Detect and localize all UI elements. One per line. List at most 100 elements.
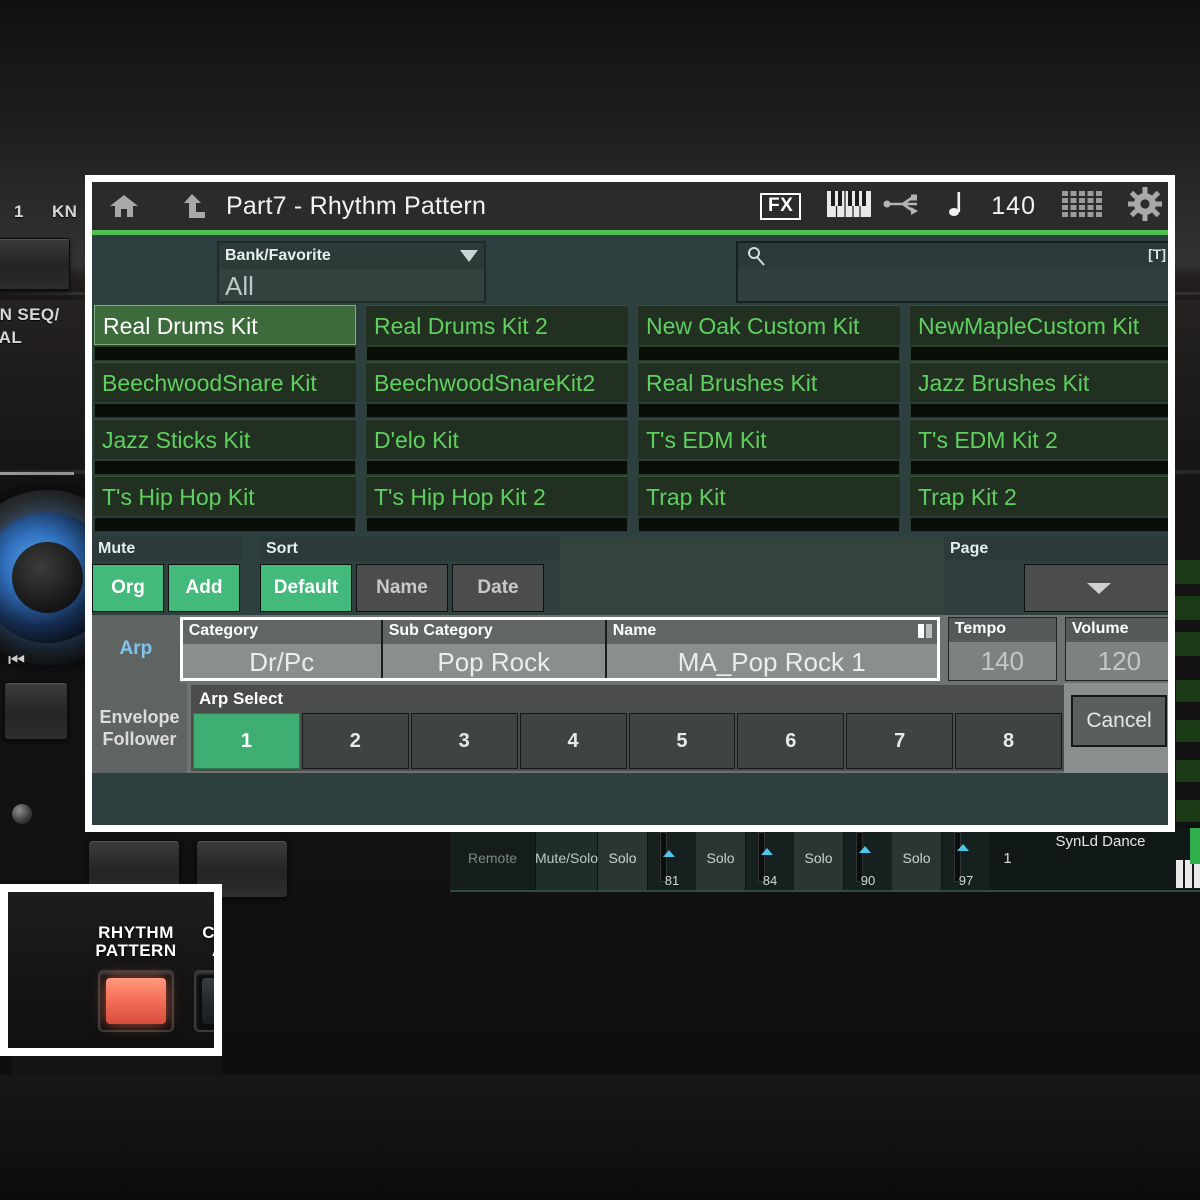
kit-cell[interactable]: Jazz Sticks Kit <box>94 419 356 476</box>
grid-icon[interactable] <box>1062 191 1102 222</box>
kit-cell[interactable]: Real Drums Kit 2 <box>366 305 628 362</box>
mixer-part-name: SynLd Dance <box>1026 828 1176 890</box>
fader-value-4: 97 <box>942 873 990 888</box>
data-dial-core <box>12 542 83 613</box>
arp-select-button-2[interactable]: 2 <box>302 713 409 769</box>
tempo-display[interactable]: 140 <box>991 192 1036 221</box>
arp-name-field[interactable]: Name MA_Pop Rock 1 <box>607 620 937 678</box>
arp-name-label: Name <box>607 620 937 644</box>
knob-section-label: KN <box>52 202 77 222</box>
hardware-button-top[interactable] <box>0 238 70 290</box>
page-title: Part7 - Rhythm Pattern <box>226 192 486 221</box>
transport-button-a[interactable] <box>4 682 68 740</box>
kit-name: T's Hip Hop Kit 2 <box>366 476 628 516</box>
kit-cell[interactable]: Trap Kit 2 <box>910 476 1172 533</box>
arp-select-button-5[interactable]: 5 <box>629 713 736 769</box>
mixer-fader-4[interactable]: 97 <box>942 828 990 890</box>
kit-cell[interactable]: T's EDM Kit <box>638 419 900 476</box>
sort-group: Sort Default Name Date <box>260 537 560 615</box>
arp-select-button-8[interactable]: 8 <box>955 713 1062 769</box>
kit-name: T's EDM Kit <box>638 419 900 459</box>
kit-cell[interactable]: BeechwoodSnare Kit <box>94 362 356 419</box>
mute-group: Mute Org Add <box>92 537 242 615</box>
screenshot-stage: 1 KN ON SEQ/ NAL ⏮ Remote Mute /Solo So <box>0 0 1200 1200</box>
control-assign-button[interactable] <box>194 970 222 1032</box>
arp-select-button-6[interactable]: 6 <box>737 713 844 769</box>
chevron-down-icon[interactable] <box>460 250 478 262</box>
kit-cell[interactable]: D'elo Kit <box>366 419 628 476</box>
sort-name-button[interactable]: Name <box>356 564 448 612</box>
mixer-mute-solo-button[interactable]: Mute /Solo <box>536 828 598 890</box>
kit-cell[interactable]: T's Hip Hop Kit 2 <box>366 476 628 533</box>
keyboard-icon <box>827 191 871 222</box>
mute-org-button[interactable]: Org <box>92 564 164 612</box>
kit-strip <box>638 346 900 361</box>
mixer-solo-1[interactable]: Solo <box>598 828 648 890</box>
mute-label: Mute <box>92 537 242 561</box>
kit-cell[interactable]: New Oak Custom Kit <box>638 305 900 362</box>
kit-grid: Real Drums Kit Real Drums Kit 2 New Oak … <box>92 305 1174 533</box>
mixer-fader-2[interactable]: 84 <box>746 828 794 890</box>
mixer-fader-3[interactable]: 90 <box>844 828 892 890</box>
envelope-follower-tab[interactable]: Envelope Follower <box>92 683 187 773</box>
arp-tempo-field[interactable]: Tempo 140 <box>948 617 1057 681</box>
kit-strip <box>94 403 356 418</box>
kit-cell[interactable]: Real Drums Kit <box>94 305 356 362</box>
kit-cell[interactable]: BeechwoodSnareKit2 <box>366 362 628 419</box>
rhythm-pattern-line2: PATTERN <box>95 941 176 960</box>
mixer-remote-button[interactable]: Remote <box>450 828 536 890</box>
kit-cell[interactable]: NewMapleCustom Kit <box>910 305 1172 362</box>
transport-prev-icon[interactable]: ⏮ <box>8 650 25 672</box>
kit-strip <box>638 403 900 418</box>
kit-strip <box>366 346 628 361</box>
kit-cell[interactable]: Trap Kit <box>638 476 900 533</box>
sort-default-button[interactable]: Default <box>260 564 352 612</box>
kit-name: Real Drums Kit 2 <box>366 305 628 345</box>
home-icon[interactable] <box>104 186 144 226</box>
dialog-header: Part7 - Rhythm Pattern FX <box>92 182 1174 230</box>
arp-select-button-4[interactable]: 4 <box>520 713 627 769</box>
cancel-button[interactable]: Cancel <box>1071 695 1167 747</box>
up-arrow-icon[interactable] <box>172 186 212 226</box>
page-label: Page <box>944 537 1174 561</box>
page-next-button[interactable] <box>1024 564 1174 612</box>
toolbar-spacer <box>560 537 944 615</box>
arp-select-button-3[interactable]: 3 <box>411 713 518 769</box>
kit-cell[interactable]: T's Hip Hop Kit <box>94 476 356 533</box>
kit-cell[interactable]: Jazz Brushes Kit <box>910 362 1172 419</box>
sort-date-button[interactable]: Date <box>452 564 544 612</box>
arp-tempo-value: 140 <box>949 642 1056 680</box>
control-assign-led <box>202 978 222 1024</box>
arp-select-button-1[interactable]: 1 <box>193 713 300 769</box>
control-assign-line2: ASSIGN <box>212 941 222 960</box>
sort-label: Sort <box>260 537 560 561</box>
text-input-badge[interactable]: [T] <box>1148 246 1166 262</box>
arp-tab[interactable]: Arp <box>92 615 180 683</box>
filter-row: Bank/Favorite All <box>92 235 1174 305</box>
envelope-follower-line2: Follower <box>102 728 176 751</box>
mixer-level-indicator <box>1190 828 1200 864</box>
fx-badge[interactable]: FX <box>760 193 801 220</box>
arp-volume-field[interactable]: Volume 120 <box>1065 617 1174 681</box>
bank-favorite-dropdown[interactable]: Bank/Favorite All <box>217 241 486 305</box>
kit-cell[interactable]: Real Brushes Kit <box>638 362 900 419</box>
page-group: Page <box>944 537 1174 615</box>
mute-add-button[interactable]: Add <box>168 564 240 612</box>
arp-select-button-7[interactable]: 7 <box>846 713 953 769</box>
kit-cell[interactable]: T's EDM Kit 2 <box>910 419 1172 476</box>
gear-icon[interactable] <box>1128 187 1162 226</box>
arp-category-field[interactable]: Category Dr/Pc <box>183 620 383 678</box>
rhythm-pattern-label: RHYTHM PATTERN <box>80 924 192 960</box>
rhythm-pattern-button[interactable] <box>98 970 174 1032</box>
mixer-solo-4[interactable]: Solo <box>892 828 942 890</box>
mixer-fader-1[interactable]: 81 <box>648 828 696 890</box>
search-input[interactable]: [T] <box>736 241 1174 303</box>
kit-strip <box>638 460 900 475</box>
mixer-solo-3[interactable]: Solo <box>794 828 844 890</box>
page-indicator-icon <box>918 624 932 638</box>
mixer-solo-2[interactable]: Solo <box>696 828 746 890</box>
hardware-divider <box>0 472 74 475</box>
arp-select-row: Envelope Follower Arp Select 1 2 3 4 5 6… <box>92 683 1174 773</box>
arp-select-panel: Arp Select 1 2 3 4 5 6 7 8 <box>191 685 1064 771</box>
arp-subcategory-field[interactable]: Sub Category Pop Rock <box>383 620 607 678</box>
